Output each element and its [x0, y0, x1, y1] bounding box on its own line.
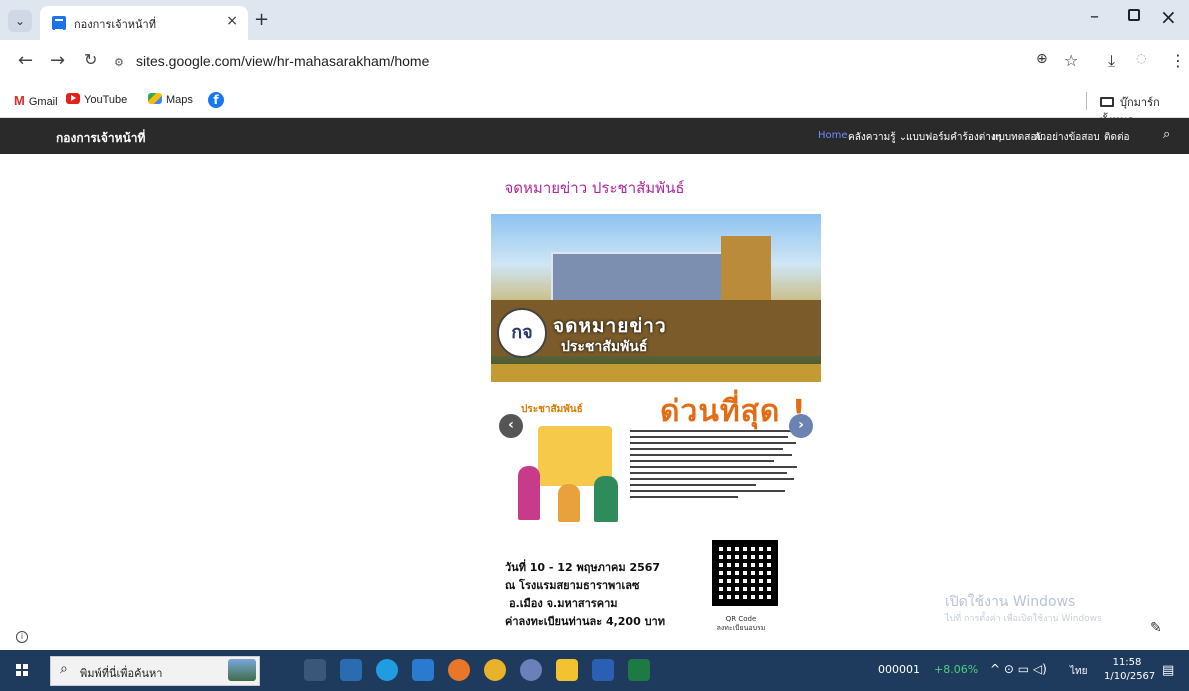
urgent-label: ด่วนที่สุด !	[660, 394, 807, 429]
favicon-icon	[52, 16, 66, 31]
windows-activation-title: เปิดใช้งาน Windows	[945, 594, 1076, 610]
screenshot-frame: ⌄ กองการเจ้าหน้าที่ × + – × ← → ↻ ⚙ site…	[0, 0, 1189, 691]
poster-strip	[491, 364, 821, 382]
address-bar[interactable]: sites.google.com/view/hr-mahasarakham/ho…	[136, 53, 429, 69]
event-district: อ.เมือง จ.มหาสารคาม	[509, 597, 618, 610]
new-tab-button[interactable]: +	[254, 9, 269, 30]
edge-icon[interactable]	[376, 659, 398, 681]
language-indicator[interactable]: ไทย	[1070, 664, 1087, 679]
poster-subtitle: ประชาสัมพันธ์	[561, 339, 648, 355]
site-info-button[interactable]: i	[16, 631, 28, 643]
browser-tab[interactable]: กองการเจ้าหน้าที่ ×	[40, 6, 248, 40]
site-info-icon[interactable]: ⚙	[114, 56, 124, 69]
taskbar-search-placeholder: พิมพ์ที่นี่เพื่อค้นหา	[80, 667, 163, 680]
task-view-icon[interactable]	[304, 659, 326, 681]
event-date: วันที่ 10 - 12 พฤษภาคม 2567	[505, 561, 661, 574]
zoom-icon[interactable]: ⊕	[1036, 51, 1048, 67]
poster-banner: กจ จดหมายข่าว ประชาสัมพันธ์	[491, 214, 821, 382]
tab-search-icon[interactable]: ⌄	[8, 10, 32, 32]
qr-code-image	[712, 540, 778, 606]
carousel-next-button[interactable]: ›	[789, 414, 813, 438]
event-venue: ณ โรงแรมสยามธาราพาเลซ	[505, 579, 640, 592]
page-heading: จดหมายข่าว ประชาสัมพันธ์	[504, 179, 685, 197]
gmail-icon: M	[14, 93, 25, 108]
bookmark-gmail[interactable]: M Gmail	[14, 93, 58, 108]
nav-samples[interactable]: ตัวอย่างข้อสอบ	[1034, 130, 1100, 145]
pr-label: ประชาสัมพันธ์	[521, 404, 583, 415]
extension-icon[interactable]: ◌	[1136, 51, 1146, 65]
windows-start-icon[interactable]	[16, 664, 28, 676]
tab-title: กองการเจ้าหน้าที่	[74, 18, 156, 31]
nav-home[interactable]: Home	[818, 130, 848, 141]
bookmark-maps[interactable]: Maps	[148, 93, 193, 106]
youtube-icon	[66, 93, 80, 104]
person-image	[518, 466, 540, 520]
stock-ticker[interactable]: 000001	[878, 663, 920, 676]
search-icon: ⌕	[60, 661, 68, 677]
org-logo: กจ	[497, 308, 547, 358]
back-icon[interactable]: ←	[18, 50, 33, 71]
file-explorer-icon[interactable]	[556, 659, 578, 681]
window-close-icon[interactable]: ×	[1160, 5, 1177, 29]
clock[interactable]: 11:58 1/10/2567	[1104, 656, 1155, 684]
mail-icon[interactable]	[412, 659, 434, 681]
system-tray-icons[interactable]: ^ ⊙ ▭ ◁)	[990, 662, 1047, 676]
nav-contact[interactable]: ติดต่อ	[1104, 130, 1130, 145]
edit-pencil-icon[interactable]: ✎	[1150, 620, 1172, 642]
restore-icon[interactable]	[1128, 9, 1140, 21]
bookmark-youtube[interactable]: YouTube	[66, 93, 127, 106]
windows-activation-hint: ไปที่ การตั้งค่า เพื่อเปิดใช้งาน Windows	[945, 614, 1102, 624]
nav-forms[interactable]: แบบฟอร์มคำร้องต่างๆ	[906, 130, 1001, 145]
folder-icon	[1100, 97, 1114, 107]
person-image	[594, 476, 618, 522]
chrome-icon[interactable]	[484, 659, 506, 681]
stock-change: +8.06%	[934, 663, 979, 676]
tab-close-icon[interactable]: ×	[226, 13, 238, 29]
download-icon[interactable]: ⤓	[1108, 51, 1115, 71]
word-icon[interactable]	[592, 659, 614, 681]
store-icon[interactable]	[340, 659, 362, 681]
app-icon[interactable]	[520, 659, 542, 681]
nav-knowledge[interactable]: คลังความรู้ ⌄	[848, 130, 907, 145]
minimize-icon[interactable]: –	[1090, 6, 1099, 27]
search-icon[interactable]: ⌕	[1163, 127, 1170, 142]
site-title[interactable]: กองการเจ้าหน้าที่	[56, 129, 145, 148]
search-highlight-image	[228, 659, 256, 681]
firefox-icon[interactable]	[448, 659, 470, 681]
star-icon[interactable]: ☆	[1064, 51, 1078, 70]
excel-icon[interactable]	[628, 659, 650, 681]
carousel-prev-button[interactable]: ‹	[499, 414, 523, 438]
meeting-illustration	[508, 426, 628, 526]
notification-icon[interactable]: ▤	[1162, 663, 1174, 678]
maps-icon	[148, 93, 162, 104]
menu-icon[interactable]: ⋮	[1170, 51, 1186, 70]
poster-body-text	[630, 430, 810, 520]
person-image	[558, 484, 580, 522]
bookmark-divider	[1086, 92, 1087, 110]
facebook-icon[interactable]: f	[208, 92, 224, 108]
forward-icon[interactable]: →	[50, 50, 65, 71]
event-fee: ค่าลงทะเบียนท่านละ 4,200 บาท	[505, 615, 665, 628]
reload-icon[interactable]: ↻	[84, 50, 97, 69]
qr-caption: QR Code ลงทะเบียนอบรม	[716, 615, 766, 632]
